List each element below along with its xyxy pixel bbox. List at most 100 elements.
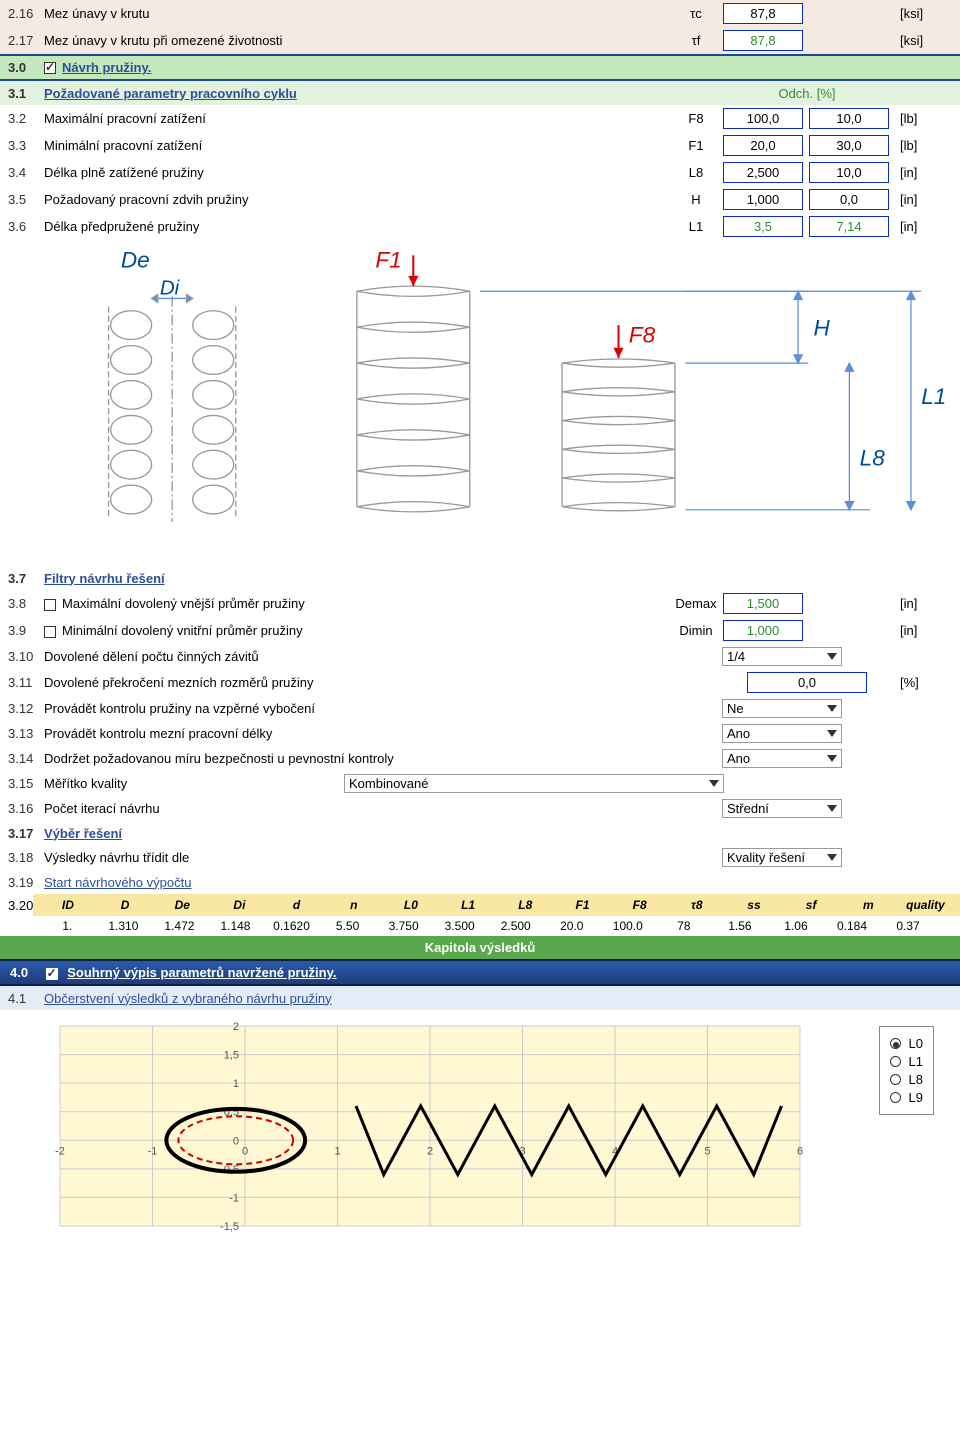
row-41: 4.1 Občerstvení výsledků z vybraného náv… <box>0 986 960 1010</box>
section-3-0-label[interactable]: Návrh pružiny. <box>62 60 952 75</box>
svg-text:0: 0 <box>242 1145 248 1157</box>
radio-l8[interactable] <box>890 1074 901 1085</box>
section-3-0-checkbox[interactable] <box>44 62 56 74</box>
section-4-0: 4.0 Souhrný výpis parametrů navržené pru… <box>0 959 960 986</box>
row-31: 3.1 Požadované parametry pracovního cykl… <box>0 81 960 105</box>
combo-318[interactable]: Kvality řešení <box>722 848 842 867</box>
link-31[interactable]: Požadované parametry pracovního cyklu <box>44 86 722 101</box>
chapter-results: Kapitola výsledků <box>0 936 960 959</box>
link-41[interactable]: Občerstvení výsledků z vybraného návrhu … <box>44 991 952 1006</box>
svg-text:1: 1 <box>233 1078 239 1090</box>
value-l1-dev: 7,14 <box>809 216 889 237</box>
row-217: 2.17 Mez únavy v krutu při omezené život… <box>0 27 960 54</box>
value-l1: 3,5 <box>723 216 803 237</box>
chevron-down-icon <box>827 755 837 762</box>
svg-text:1,5: 1,5 <box>224 1050 239 1062</box>
svg-text:2: 2 <box>233 1021 239 1033</box>
table-row[interactable]: 1.1.3101.4721.148 0.16205.503.7503.500 2… <box>33 916 960 936</box>
radio-l1[interactable] <box>890 1056 901 1067</box>
row-32: 3.2 Maximální pracovní zatížení F8 100,0… <box>0 105 960 132</box>
svg-text:1: 1 <box>334 1145 340 1157</box>
symbol: F8 <box>672 111 720 126</box>
radio-l0[interactable] <box>890 1038 901 1049</box>
chevron-down-icon <box>827 705 837 712</box>
row-33: 3.3 Minimální pracovní zatížení F1 20,0 … <box>0 132 960 159</box>
svg-text:0: 0 <box>233 1135 239 1147</box>
value: 87,8 <box>723 30 803 51</box>
chevron-down-icon <box>827 653 837 660</box>
chk-38[interactable] <box>44 599 56 611</box>
combo-315[interactable]: Kombinované <box>344 774 724 793</box>
row-37: 3.7 Filtry návrhu řešení <box>0 566 960 590</box>
row-319: 3.19 Start návrhového výpočtu <box>0 870 960 894</box>
unit: [ksi] <box>892 33 952 48</box>
input-h[interactable]: 1,000 <box>723 189 803 210</box>
svg-text:2: 2 <box>427 1145 433 1157</box>
spring-diagram: De Di F1 F8 H L8 L1 <box>8 244 952 554</box>
link-319[interactable]: Start návrhového výpočtu <box>44 875 952 890</box>
row-34: 3.4 Délka plně zatížené pružiny L8 2,500… <box>0 159 960 186</box>
chevron-down-icon <box>827 805 837 812</box>
label-l1: L1 <box>921 384 946 409</box>
input-l8-dev[interactable]: 10,0 <box>809 162 889 183</box>
combo-314[interactable]: Ano <box>722 749 842 768</box>
input-f1-dev[interactable]: 30,0 <box>809 135 889 156</box>
row-318: 3.18 Výsledky návrhu třídit dle Kvality … <box>0 845 960 870</box>
input-311[interactable]: 0,0 <box>747 672 867 693</box>
chk-40[interactable] <box>46 968 58 980</box>
label-h: H <box>813 315 830 340</box>
input-f8-dev[interactable]: 10,0 <box>809 108 889 129</box>
input-h-dev[interactable]: 0,0 <box>809 189 889 210</box>
row-316: 3.16 Počet iterací návrhu Střední <box>0 796 960 821</box>
svg-text:-1: -1 <box>148 1145 158 1157</box>
combo-316[interactable]: Střední <box>722 799 842 818</box>
label-f1: F1 <box>375 248 401 273</box>
unit: [ksi] <box>892 6 952 21</box>
combo-313[interactable]: Ano <box>722 724 842 743</box>
val-dimin[interactable]: 1,000 <box>723 620 803 641</box>
row-317: 3.17 Výběr řešení <box>0 821 960 845</box>
odch-label: Odch. [%] <box>722 86 892 101</box>
label-di: Di <box>160 276 181 299</box>
section-3-0: 3.0 Návrh pružiny. <box>0 54 960 81</box>
row-216: 2.16 Mez únavy v krutu τc 87,8 [ksi] <box>0 0 960 27</box>
chevron-down-icon <box>709 780 719 787</box>
num: 2.16 <box>8 6 44 21</box>
svg-text:-1: -1 <box>229 1192 239 1204</box>
symbol: τc <box>672 6 720 21</box>
label-l8: L8 <box>860 446 886 471</box>
input-f8[interactable]: 100,0 <box>723 108 803 129</box>
combo-312[interactable]: Ne <box>722 699 842 718</box>
chk-39[interactable] <box>44 626 56 638</box>
svg-text:-1,5: -1,5 <box>220 1221 239 1233</box>
svg-text:6: 6 <box>797 1145 803 1157</box>
row-39: 3.9 Minimální dovolený vnitřní průměr pr… <box>0 617 960 644</box>
chevron-down-icon <box>827 730 837 737</box>
svg-text:-2: -2 <box>55 1145 65 1157</box>
num: 2.17 <box>8 33 44 48</box>
label: Mez únavy v krutu při omezené životnosti <box>44 33 672 48</box>
row-35: 3.5 Požadovaný pracovní zdvih pružiny H … <box>0 186 960 213</box>
value: 87,8 <box>723 3 803 24</box>
input-f1[interactable]: 20,0 <box>723 135 803 156</box>
val-demax[interactable]: 1,500 <box>723 593 803 614</box>
row-320: 3.20 IDDDeDi dnL0L1 L8F1F8τ8 sssfmqualit… <box>0 894 960 936</box>
row-36: 3.6 Délka předpružené pružiny L1 3,5 7,1… <box>0 213 960 240</box>
row-314: 3.14 Dodržet požadovanou míru bezpečnost… <box>0 746 960 771</box>
link-37[interactable]: Filtry návrhu řešení <box>44 571 952 586</box>
symbol: τf <box>672 33 720 48</box>
row-315: 3.15 Měřítko kvality Kombinované <box>0 771 960 796</box>
link-40[interactable]: Souhrný výpis parametrů navržené pružiny… <box>67 965 336 980</box>
link-317[interactable]: Výběr řešení <box>44 826 952 841</box>
chart-legend: L0 L1 L8 L9 <box>879 1026 934 1115</box>
label-f8: F8 <box>629 323 656 348</box>
chevron-down-icon <box>827 854 837 861</box>
row-312: 3.12 Provádět kontrolu pružiny na vzpěrn… <box>0 696 960 721</box>
svg-text:5: 5 <box>704 1145 710 1157</box>
input-l8[interactable]: 2,500 <box>723 162 803 183</box>
radio-l9[interactable] <box>890 1092 901 1103</box>
combo-310[interactable]: 1/4 <box>722 647 842 666</box>
table-header: IDDDeDi dnL0L1 L8F1F8τ8 sssfmquality <box>33 894 960 916</box>
spring-chart: -2-10123456-1,5-1-0,500,511,52 L0 L1 L8 … <box>8 1016 952 1236</box>
row-311: 3.11 Dovolené překročení mezních rozměrů… <box>0 669 960 696</box>
